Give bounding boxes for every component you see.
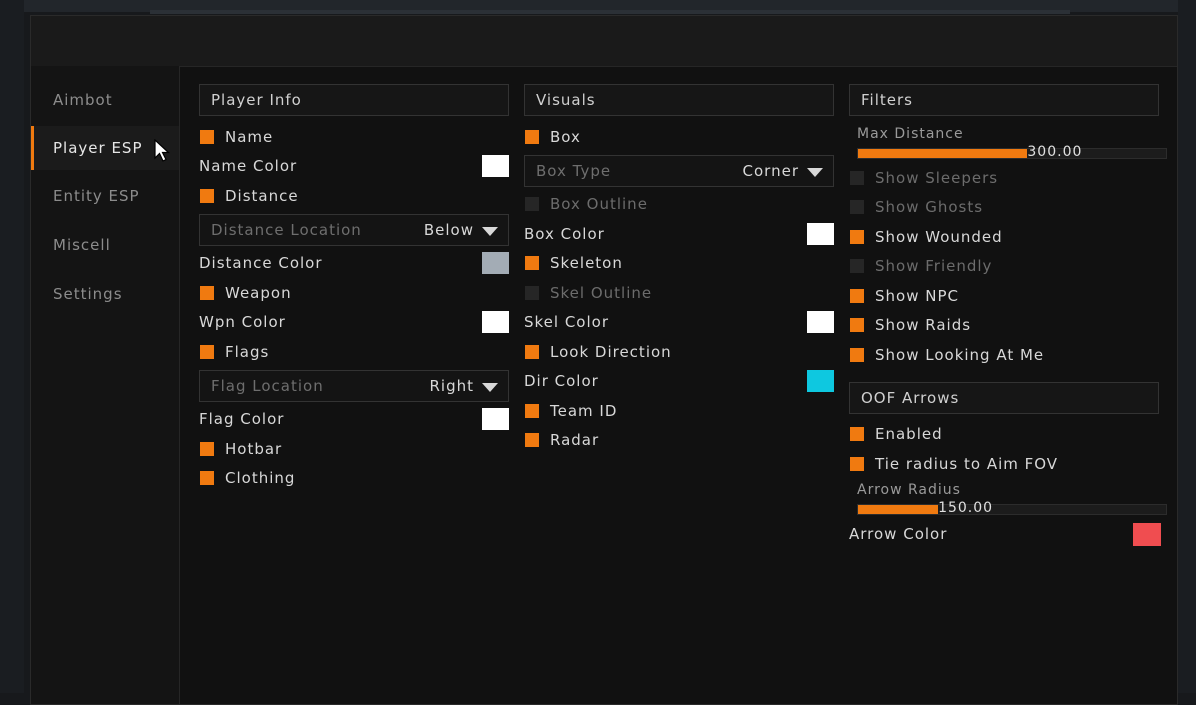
sidebar: Aimbot Player ESP Entity ESP Miscell Set… <box>31 66 180 704</box>
radar-toggle[interactable]: Radar <box>524 429 834 451</box>
background-left-edge <box>0 0 24 693</box>
checkbox-checked-icon[interactable] <box>525 256 539 270</box>
name-toggle[interactable]: Name <box>199 126 509 148</box>
flag-color-row: Flag Color <box>199 408 509 430</box>
window-title-bar[interactable] <box>31 16 1177 67</box>
slider-fill <box>858 149 1028 158</box>
slider-value: 150.00 <box>938 500 994 516</box>
oof-enabled-toggle[interactable]: Enabled <box>849 423 1159 445</box>
chevron-down-icon <box>807 168 823 177</box>
checkbox-unchecked-icon[interactable] <box>850 259 864 273</box>
checkbox-unchecked-icon[interactable] <box>525 286 539 300</box>
team-id-toggle[interactable]: Team ID <box>524 400 834 422</box>
background-strip <box>150 10 1070 14</box>
flags-toggle[interactable]: Flags <box>199 341 509 363</box>
checkbox-checked-icon[interactable] <box>525 404 539 418</box>
checkbox-unchecked-icon[interactable] <box>850 200 864 214</box>
visuals-panel: Visuals Box Box Type Corner Box Outline B… <box>524 84 834 449</box>
clothing-toggle[interactable]: Clothing <box>199 467 509 489</box>
box-type-dropdown[interactable]: Box Type Corner <box>524 155 834 187</box>
distance-location-dropdown[interactable]: Distance Location Below <box>199 214 509 246</box>
oof-arrows-header: OOF Arrows <box>849 382 1159 414</box>
wpn-color-row: Wpn Color <box>199 311 509 333</box>
checkbox-unchecked-icon[interactable] <box>850 171 864 185</box>
checkbox-checked-icon[interactable] <box>525 433 539 447</box>
checkbox-checked-icon[interactable] <box>525 345 539 359</box>
distance-toggle[interactable]: Distance <box>199 185 509 207</box>
sidebar-item-player-esp[interactable]: Player ESP <box>31 126 179 170</box>
flag-color-swatch[interactable] <box>482 408 509 430</box>
box-outline-toggle[interactable]: Box Outline <box>524 193 834 215</box>
checkbox-checked-icon[interactable] <box>525 130 539 144</box>
box-toggle[interactable]: Box <box>524 126 834 148</box>
checkbox-checked-icon[interactable] <box>200 471 214 485</box>
show-raids-toggle[interactable]: Show Raids <box>849 314 1159 336</box>
skel-color-row: Skel Color <box>524 311 834 333</box>
skel-color-swatch[interactable] <box>807 311 834 333</box>
checkbox-checked-icon[interactable] <box>200 442 214 456</box>
arrow-radius-label: Arrow Radius <box>857 482 961 498</box>
distance-color-swatch[interactable] <box>482 252 509 274</box>
player-info-panel: Player Info Name Name Color Distance Dis… <box>199 84 509 487</box>
checkbox-checked-icon[interactable] <box>850 318 864 332</box>
distance-color-row: Distance Color <box>199 252 509 274</box>
mouse-cursor-icon <box>154 139 171 162</box>
checkbox-checked-icon[interactable] <box>200 130 214 144</box>
checkbox-checked-icon[interactable] <box>850 289 864 303</box>
max-distance-slider[interactable]: 300.00 <box>857 144 1167 160</box>
checkbox-checked-icon[interactable] <box>200 286 214 300</box>
checkbox-checked-icon[interactable] <box>850 230 864 244</box>
skel-outline-toggle[interactable]: Skel Outline <box>524 282 834 304</box>
checkbox-checked-icon[interactable] <box>200 345 214 359</box>
hotbar-toggle[interactable]: Hotbar <box>199 438 509 460</box>
visuals-header: Visuals <box>524 84 834 116</box>
arrow-color-row: Arrow Color <box>849 523 1161 546</box>
sidebar-item-miscell[interactable]: Miscell <box>31 223 179 267</box>
show-friendly-toggle[interactable]: Show Friendly <box>849 255 1159 277</box>
sidebar-item-aimbot[interactable]: Aimbot <box>31 78 179 122</box>
chevron-down-icon <box>482 383 498 392</box>
show-sleepers-toggle[interactable]: Show Sleepers <box>849 167 1159 189</box>
settings-window: Aimbot Player ESP Entity ESP Miscell Set… <box>30 15 1178 705</box>
checkbox-checked-icon[interactable] <box>850 348 864 362</box>
checkbox-checked-icon[interactable] <box>200 189 214 203</box>
box-color-row: Box Color <box>524 223 834 245</box>
sidebar-item-label: Player ESP <box>53 139 143 157</box>
arrow-radius-slider[interactable]: 150.00 <box>857 500 1167 516</box>
sidebar-item-entity-esp[interactable]: Entity ESP <box>31 174 179 218</box>
weapon-toggle[interactable]: Weapon <box>199 282 509 304</box>
show-npc-toggle[interactable]: Show NPC <box>849 285 1159 307</box>
name-color-row: Name Color <box>199 155 509 177</box>
checkbox-checked-icon[interactable] <box>850 457 864 471</box>
wpn-color-swatch[interactable] <box>482 311 509 333</box>
filters-panel: Filters Max Distance 300.00 Show Sleeper… <box>849 84 1167 546</box>
filters-header: Filters <box>849 84 1159 116</box>
player-info-header: Player Info <box>199 84 509 116</box>
background-right-edge <box>1178 0 1196 693</box>
slider-value: 300.00 <box>1027 144 1083 160</box>
sidebar-item-settings[interactable]: Settings <box>31 272 179 316</box>
checkbox-checked-icon[interactable] <box>850 427 864 441</box>
show-ghosts-toggle[interactable]: Show Ghosts <box>849 196 1159 218</box>
skeleton-toggle[interactable]: Skeleton <box>524 252 834 274</box>
dir-color-row: Dir Color <box>524 370 834 392</box>
dir-color-swatch[interactable] <box>807 370 834 392</box>
max-distance-label: Max Distance <box>857 126 964 142</box>
arrow-color-swatch[interactable] <box>1133 523 1161 546</box>
chevron-down-icon <box>482 227 498 236</box>
checkbox-unchecked-icon[interactable] <box>525 197 539 211</box>
name-color-swatch[interactable] <box>482 155 509 177</box>
show-looking-at-me-toggle[interactable]: Show Looking At Me <box>849 344 1159 366</box>
look-direction-toggle[interactable]: Look Direction <box>524 341 834 363</box>
flag-location-dropdown[interactable]: Flag Location Right <box>199 370 509 402</box>
show-wounded-toggle[interactable]: Show Wounded <box>849 226 1159 248</box>
box-color-swatch[interactable] <box>807 223 834 245</box>
slider-fill <box>858 505 939 514</box>
tie-radius-toggle[interactable]: Tie radius to Aim FOV <box>849 453 1159 475</box>
